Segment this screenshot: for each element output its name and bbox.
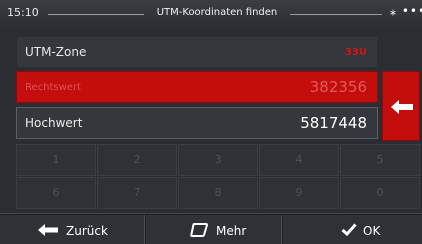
key-1[interactable]: 1: [16, 144, 96, 176]
status-bar: 15:10 UTM-Koordinaten finden ⁎ •••: [0, 0, 422, 28]
northing-value: 5817448: [300, 114, 367, 132]
easting-label: Rechtswert: [25, 82, 81, 93]
ok-button[interactable]: OK: [283, 215, 422, 244]
status-icons: ⁎ •••: [390, 4, 422, 18]
arrow-left-icon: [38, 224, 58, 236]
northing-field[interactable]: Hochwert 5817448: [16, 107, 378, 139]
ok-label: OK: [363, 224, 381, 238]
checkmark-icon: [341, 223, 357, 236]
title-divider-right: [290, 14, 382, 15]
utm-zone-label: UTM-Zone: [25, 45, 87, 59]
utm-zone-field[interactable]: UTM-Zone 33U: [16, 36, 378, 68]
key-7[interactable]: 7: [97, 177, 177, 209]
key-2[interactable]: 2: [97, 144, 177, 176]
title-divider-left: [48, 14, 144, 15]
key-4[interactable]: 4: [259, 144, 339, 176]
key-5[interactable]: 5: [340, 144, 420, 176]
backspace-arrow-icon: [391, 100, 413, 114]
easting-field[interactable]: Rechtswert 382356: [16, 71, 378, 103]
northing-label: Hochwert: [25, 116, 83, 130]
bottom-toolbar: Zurück Mehr OK: [0, 213, 422, 244]
key-0[interactable]: 0: [340, 177, 420, 209]
key-9[interactable]: 9: [259, 177, 339, 209]
rounded-square-icon: [190, 223, 208, 237]
backspace-button[interactable]: [382, 71, 420, 141]
clock: 15:10: [7, 6, 39, 19]
key-3[interactable]: 3: [178, 144, 258, 176]
more-label: Mehr: [216, 224, 247, 238]
key-6[interactable]: 6: [16, 177, 96, 209]
easting-value: 382356: [309, 78, 367, 96]
key-8[interactable]: 8: [178, 177, 258, 209]
more-button[interactable]: Mehr: [146, 215, 282, 244]
utm-zone-value: 33U: [344, 47, 367, 58]
back-label: Zurück: [66, 224, 108, 238]
page-title: UTM-Koordinaten finden: [156, 7, 278, 18]
back-button[interactable]: Zurück: [0, 215, 145, 244]
